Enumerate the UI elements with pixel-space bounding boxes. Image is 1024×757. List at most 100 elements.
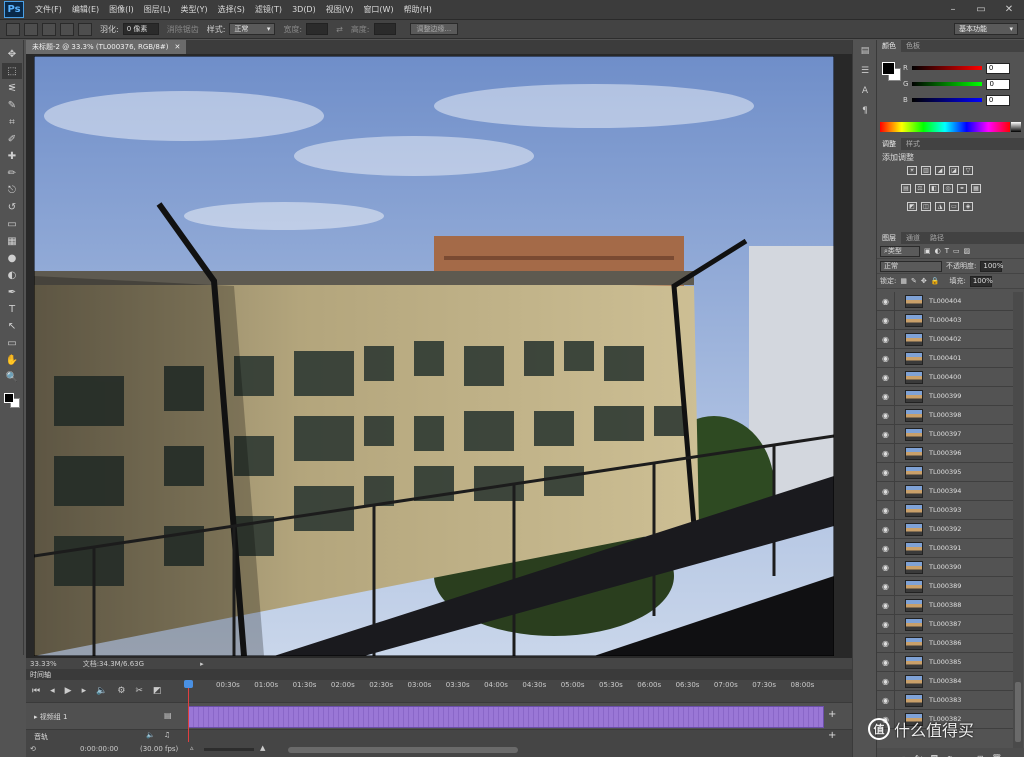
- add-media-icon[interactable]: +: [828, 709, 836, 720]
- color-spectrum[interactable]: [880, 122, 1010, 132]
- layer-row[interactable]: ◉ TL000395: [877, 462, 1013, 482]
- type-filter-icon[interactable]: T: [945, 247, 949, 255]
- maximize-button[interactable]: ▭: [970, 2, 992, 16]
- layer-name[interactable]: TL000390: [929, 563, 961, 571]
- eye-icon[interactable]: ◉: [877, 329, 895, 349]
- layer-name[interactable]: TL000403: [929, 316, 961, 324]
- lock-pixels-icon[interactable]: ✎: [911, 277, 917, 285]
- layer-row[interactable]: ◉ TL000386: [877, 633, 1013, 653]
- eye-icon[interactable]: ◉: [877, 690, 895, 710]
- add-selection-icon[interactable]: [42, 22, 56, 36]
- layer-name[interactable]: TL000394: [929, 487, 961, 495]
- threshold-icon[interactable]: ◮: [935, 202, 945, 211]
- eraser-tool-icon[interactable]: ▭: [2, 216, 22, 232]
- layer-row[interactable]: ◉ TL000394: [877, 481, 1013, 501]
- tab-adjustments[interactable]: 调整: [877, 138, 901, 150]
- lasso-tool-icon[interactable]: ᓬ: [2, 80, 22, 96]
- layer-name[interactable]: TL000401: [929, 354, 961, 362]
- eye-icon[interactable]: ◉: [877, 519, 895, 539]
- invert-icon[interactable]: ◩: [907, 202, 917, 211]
- history-panel-icon[interactable]: ▤: [856, 46, 874, 60]
- move-tool-icon[interactable]: ✥: [2, 46, 22, 62]
- refine-edge-button[interactable]: 调整边缘...: [409, 23, 459, 35]
- levels-icon[interactable]: ▥: [921, 166, 931, 175]
- properties-panel-icon[interactable]: ☰: [856, 66, 874, 80]
- mute-audio-icon[interactable]: 🔈: [96, 686, 107, 696]
- minimize-button[interactable]: –: [942, 2, 964, 16]
- eye-icon[interactable]: ◉: [877, 292, 895, 311]
- menu-layer[interactable]: 图层(L): [139, 4, 176, 15]
- close-button[interactable]: ✕: [998, 2, 1020, 16]
- document-tab[interactable]: 未标题-2 @ 33.3% (TL000376, RGB/8#) ✕: [26, 40, 187, 54]
- go-to-first-frame-icon[interactable]: ⏮: [32, 686, 40, 696]
- intersect-selection-icon[interactable]: [78, 22, 92, 36]
- brush-tool-icon[interactable]: ✏: [2, 165, 22, 181]
- layer-row[interactable]: ◉ TL000396: [877, 443, 1013, 463]
- eye-icon[interactable]: ◉: [877, 538, 895, 558]
- healing-tool-icon[interactable]: ✚: [2, 148, 22, 164]
- photo-filter-icon[interactable]: ◎: [943, 184, 953, 193]
- tool-fg-swatch[interactable]: [4, 393, 14, 403]
- exposure-icon[interactable]: ◪: [949, 166, 959, 175]
- color-balance-icon[interactable]: ⚖: [915, 184, 925, 193]
- antialias-checkbox[interactable]: 消除锯齿: [167, 24, 199, 35]
- layer-name[interactable]: TL000397: [929, 430, 961, 438]
- eye-icon[interactable]: ◉: [877, 405, 895, 425]
- canvas-area[interactable]: [26, 54, 852, 658]
- dodge-tool-icon[interactable]: ◐: [2, 267, 22, 283]
- menu-image[interactable]: 图像(I): [104, 4, 139, 15]
- menu-filter[interactable]: 滤镜(T): [250, 4, 287, 15]
- layer-row[interactable]: ◉ TL000392: [877, 519, 1013, 539]
- eye-icon[interactable]: ◉: [877, 614, 895, 634]
- layer-name[interactable]: TL000389: [929, 582, 961, 590]
- layer-row[interactable]: ◉ TL000399: [877, 386, 1013, 406]
- lock-transparent-icon[interactable]: ▦: [900, 277, 907, 285]
- pen-tool-icon[interactable]: ✒: [2, 284, 22, 300]
- document-photo[interactable]: [34, 56, 834, 656]
- speaker-icon[interactable]: 🔈: [146, 731, 155, 739]
- black-white-icon[interactable]: ◧: [929, 184, 939, 193]
- zoom-level[interactable]: 33.33%: [30, 660, 57, 668]
- music-note-icon[interactable]: ♫: [164, 731, 170, 739]
- render-video-icon[interactable]: ⟲: [30, 745, 36, 753]
- layer-row[interactable]: ◉ TL000391: [877, 538, 1013, 558]
- eye-icon[interactable]: ◉: [877, 348, 895, 368]
- lock-all-icon[interactable]: 🔒: [931, 277, 940, 285]
- layer-name[interactable]: TL000384: [929, 677, 961, 685]
- layer-name[interactable]: TL000392: [929, 525, 961, 533]
- menu-3d[interactable]: 3D(D): [287, 5, 321, 14]
- playhead-handle[interactable]: [184, 680, 193, 688]
- layer-row[interactable]: ◉ TL000397: [877, 424, 1013, 444]
- shape-tool-icon[interactable]: ▭: [2, 335, 22, 351]
- green-slider[interactable]: [912, 82, 983, 86]
- curves-icon[interactable]: ◢: [935, 166, 945, 175]
- layer-row[interactable]: ◉ TL000400: [877, 367, 1013, 387]
- eye-icon[interactable]: ◉: [877, 652, 895, 672]
- layer-row[interactable]: ◉ TL000385: [877, 652, 1013, 672]
- layer-name[interactable]: TL000387: [929, 620, 961, 628]
- tab-layers[interactable]: 图层: [877, 232, 901, 244]
- tool-preset-icon[interactable]: [6, 22, 20, 36]
- layer-name[interactable]: TL000393: [929, 506, 961, 514]
- tab-swatches[interactable]: 色板: [901, 40, 925, 52]
- opacity-input[interactable]: 100%: [980, 260, 1003, 272]
- eye-icon[interactable]: ◉: [877, 671, 895, 691]
- tab-color[interactable]: 颜色: [877, 40, 901, 52]
- foreground-color-swatch[interactable]: [882, 62, 895, 75]
- clone-stamp-tool-icon[interactable]: ⎋: [2, 182, 22, 198]
- eye-icon[interactable]: ◉: [877, 576, 895, 596]
- eye-icon[interactable]: ◉: [877, 462, 895, 482]
- width-input[interactable]: [306, 23, 329, 35]
- menu-window[interactable]: 窗口(W): [358, 4, 398, 15]
- timeline-scrollbar[interactable]: [288, 747, 518, 753]
- path-select-tool-icon[interactable]: ↖: [2, 318, 22, 334]
- color-lookup-icon[interactable]: ▦: [971, 184, 981, 193]
- split-icon[interactable]: ✂: [135, 686, 143, 696]
- video-group-label[interactable]: ▸ 视频组 1: [34, 712, 67, 722]
- history-brush-tool-icon[interactable]: ↺: [2, 199, 22, 215]
- layer-row[interactable]: ◉ TL000387: [877, 614, 1013, 634]
- height-input[interactable]: [373, 23, 396, 35]
- paragraph-panel-icon[interactable]: ¶: [856, 106, 874, 120]
- eye-icon[interactable]: ◉: [877, 310, 895, 330]
- layer-name[interactable]: TL000383: [929, 696, 961, 704]
